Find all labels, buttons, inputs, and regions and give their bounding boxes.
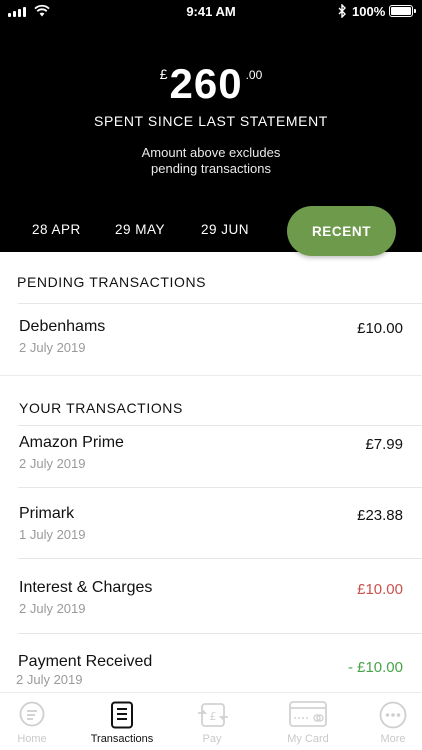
balance-note: Amount above excludes pending transactio… [0,145,422,177]
transactions-section-title: YOUR TRANSACTIONS [19,400,183,416]
svg-text:£: £ [210,710,217,723]
period-tab-28-apr[interactable]: 28 APR [32,222,81,237]
pending-transaction-row[interactable]: Debenhams 2 July 2019 £10.00 [0,318,422,374]
balance-note-line: Amount above excludes [141,145,281,160]
transaction-row[interactable]: Amazon Prime 2 July 2019 £7.99 [0,434,422,490]
period-tab-recent[interactable]: RECENT [287,206,396,256]
bluetooth-icon [338,4,346,18]
balance-label: SPENT SINCE LAST STATEMENT [94,113,328,129]
balance-note-line: pending transactions [151,161,271,176]
transaction-amount: £10.00 [357,581,403,598]
pending-section-title: PENDING TRANSACTIONS [17,274,207,290]
transaction-name: Payment Received [18,653,153,670]
transaction-name: Debenhams [19,318,106,335]
divider [18,487,422,488]
tab-home[interactable]: Home [0,693,64,750]
status-bar: 9:41 AM 100% [0,0,422,24]
tab-my-card[interactable]: My Card [276,693,340,750]
transaction-row[interactable]: Primark 1 July 2019 £23.88 [0,505,422,561]
amount-whole: 260 [169,60,243,107]
tab-label: My Card [287,733,329,745]
transaction-date: 2 July 2019 [19,601,86,616]
battery-icon [389,5,416,17]
section-divider [0,375,422,376]
divider [18,558,422,559]
transactions-icon [111,701,133,729]
period-tab-29-may[interactable]: 29 MAY [115,222,165,237]
transaction-amount: - £10.00 [347,659,403,676]
transaction-row[interactable]: Interest & Charges 2 July 2019 £10.00 [0,579,422,635]
transaction-name: Amazon Prime [19,434,124,451]
balance-header: 9:41 AM 100% £260.00 SPENT SINCE LAST ST… [0,0,422,256]
home-icon [19,701,45,727]
tab-label: More [380,733,406,745]
amount-pence: .00 [245,68,263,82]
divider [18,633,422,634]
tab-label: Home [17,733,47,745]
transaction-date: 2 July 2019 [19,456,86,471]
transaction-amount: £23.88 [357,507,403,524]
transaction-amount: £10.00 [357,320,403,337]
transaction-amount: £7.99 [365,436,403,453]
tab-label: Pay [202,733,222,745]
tab-bar: Home Transactions £ Pay My Card More [0,692,422,750]
pay-icon: £ [198,703,228,727]
card-icon [289,701,327,727]
divider [18,303,422,304]
tab-label: Transactions [90,733,154,745]
more-icon [379,701,407,729]
tab-more[interactable]: More [370,693,416,750]
tab-pay[interactable]: £ Pay [180,693,244,750]
period-tab-29-jun[interactable]: 29 JUN [201,222,249,237]
divider [18,425,422,426]
transaction-name: Primark [19,505,75,522]
currency-symbol: £ [159,66,168,82]
transaction-date: 2 July 2019 [19,340,86,355]
transaction-date: 1 July 2019 [19,527,86,542]
transaction-date: 2 July 2019 [16,672,83,687]
balance-amount: £260.00 [0,60,422,108]
tab-transactions[interactable]: Transactions [76,693,168,750]
battery-percent: 100% [352,4,386,19]
transaction-name: Interest & Charges [19,579,153,596]
